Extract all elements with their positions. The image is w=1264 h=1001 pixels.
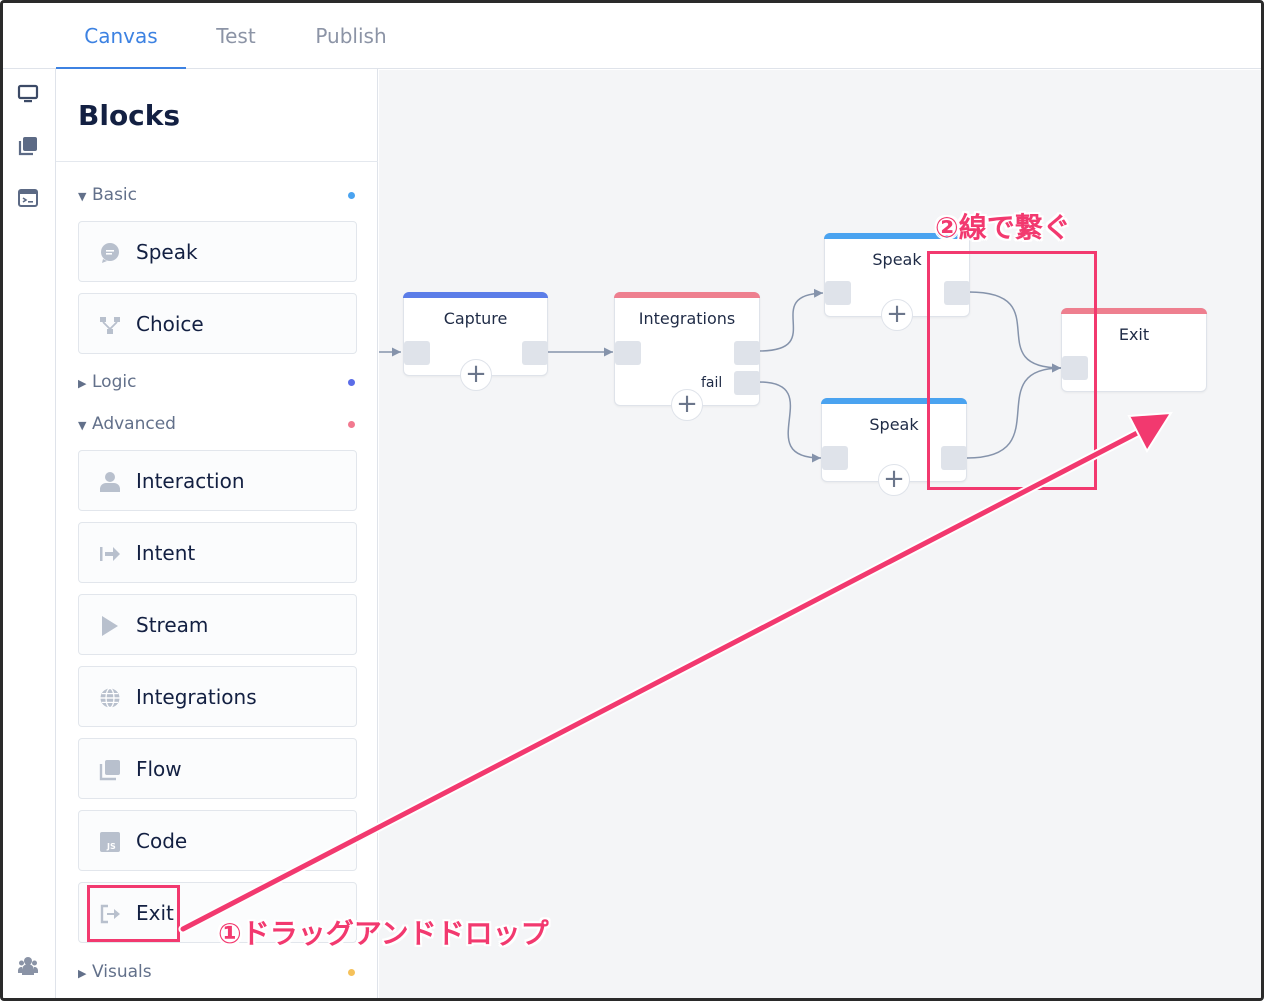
connection-line [758,381,822,463]
section-dot [348,969,355,976]
section-visuals[interactable]: ▶ Visuals [78,961,152,983]
caret-down-icon: ▼ [78,419,87,432]
section-dot [348,379,355,386]
block-label: Flow [136,757,182,781]
branch-icon [99,314,121,336]
fail-output-port[interactable] [734,371,760,395]
tab-publish[interactable]: Publish [301,3,401,69]
block-speak[interactable]: Speak [78,221,357,282]
layers-icon[interactable] [17,135,39,157]
team-icon[interactable] [17,955,39,977]
caret-right-icon: ▶ [78,377,87,390]
block-label: Interaction [136,469,245,493]
monitor-icon[interactable] [17,83,39,105]
fail-label: fail [701,375,723,391]
drag-annotation: ①ドラッグアンドドロップ [218,917,549,950]
section-label: Visuals [92,962,152,982]
add-step-button[interactable]: + [460,359,492,391]
tab-test[interactable]: Test [186,3,286,69]
block-code[interactable]: JS Code [78,810,357,871]
block-label: Integrations [136,685,257,709]
block-label: Intent [136,541,196,565]
section-logic[interactable]: ▶ Logic [78,371,136,393]
section-basic[interactable]: ▼ Basic [78,184,137,206]
section-label: Basic [92,185,138,205]
speech-bubble-icon [99,242,121,264]
block-flow[interactable]: Flow [78,738,357,799]
blocks-panel: Blocks ▼ Basic Speak Choice ▶ Logic ▼ Advan… [56,69,378,998]
add-step-button[interactable]: + [671,389,703,421]
block-choice[interactable]: Choice [78,293,357,354]
svg-text:JS: JS [106,842,116,851]
intent-arrow-icon [99,543,121,565]
block-interaction[interactable]: Interaction [78,450,357,511]
connection-line [758,288,824,352]
user-icon [99,471,121,493]
exit-highlight-box [87,885,180,942]
node-title: Capture [443,309,508,328]
panel-divider [56,161,378,162]
block-label: Speak [136,240,198,264]
input-port[interactable] [822,446,848,470]
add-step-button[interactable]: + [878,464,910,496]
icon-rail [3,69,56,998]
caret-right-icon: ▶ [78,967,87,980]
terminal-icon[interactable] [17,187,39,209]
input-port[interactable] [615,341,641,365]
section-dot [348,421,355,428]
input-port[interactable] [825,281,851,305]
node-title: Integrations [638,309,736,328]
connect-annotation: ②線で繋ぐ [935,211,1071,244]
output-port[interactable] [522,341,548,365]
app-window: Canvas Test Publish Blocks ▼ Basic Speak… [0,0,1264,1001]
stack-icon [99,759,121,781]
section-label: Logic [92,372,137,392]
block-label: Choice [136,312,204,336]
connection-lines [379,288,1062,463]
add-step-button[interactable]: + [881,299,913,331]
node-color-bar [614,292,760,298]
block-label: Code [136,829,188,853]
input-port[interactable] [404,341,430,365]
globe-icon [99,687,121,709]
node-color-bar [403,292,548,298]
section-advanced[interactable]: ▼ Advanced [78,413,176,435]
caret-down-icon: ▼ [78,190,87,203]
connect-highlight-box [927,251,1097,490]
block-label: Stream [136,613,209,637]
js-file-icon: JS [99,831,121,853]
section-label: Advanced [92,414,176,434]
flow-canvas[interactable]: Capture + Integrations fail + Speak + Sp… [379,70,1261,998]
panel-title: Blocks [78,99,181,132]
play-icon [99,615,121,637]
block-intent[interactable]: Intent [78,522,357,583]
block-integrations[interactable]: Integrations [78,666,357,727]
success-output-port[interactable] [734,341,760,365]
tab-canvas[interactable]: Canvas [56,3,186,70]
section-dot [348,192,355,199]
top-tab-bar: Canvas Test Publish [3,3,1261,70]
block-stream[interactable]: Stream [78,594,357,655]
